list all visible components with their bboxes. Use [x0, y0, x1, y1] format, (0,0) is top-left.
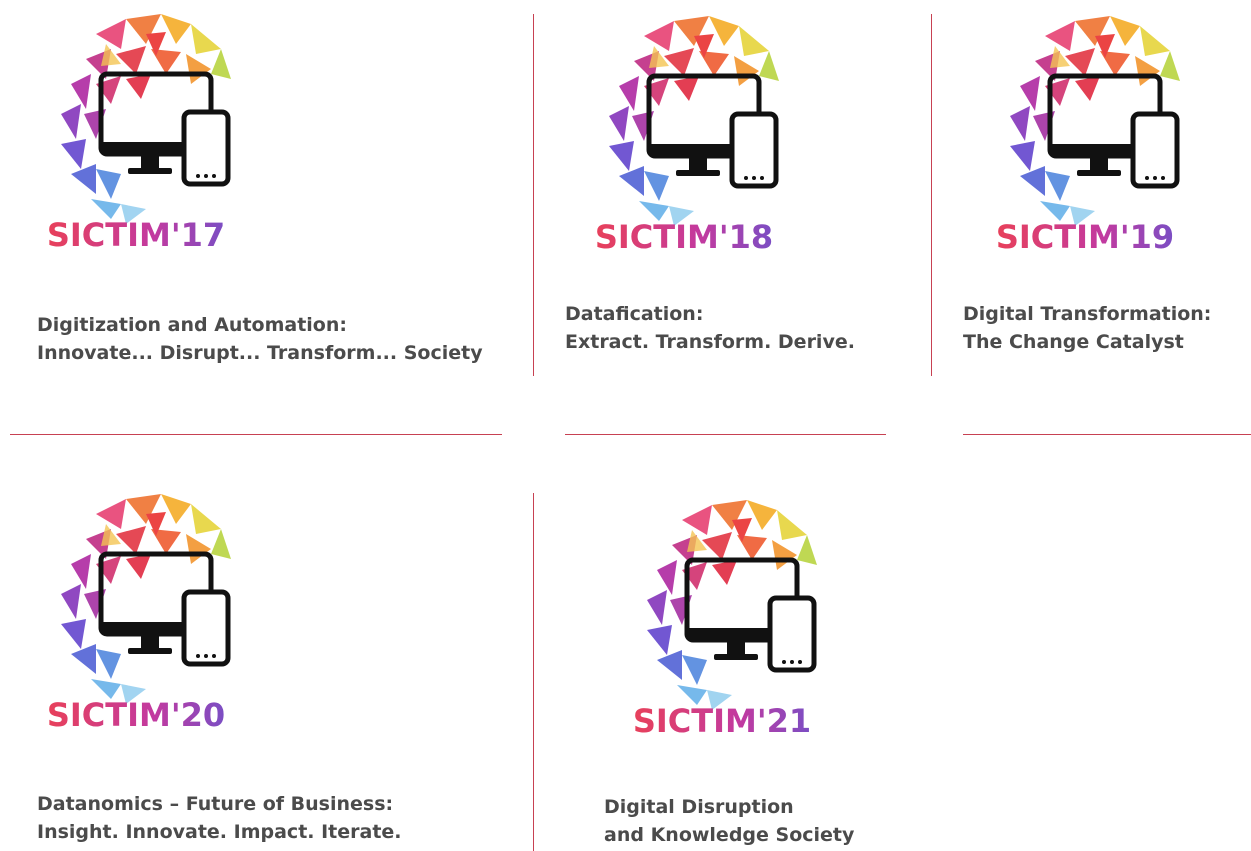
- sictim17-logo: SICTIM'17: [26, 4, 246, 254]
- vertical-divider-2: [931, 14, 932, 376]
- event-title: Datanomics – Future of Business: Insight…: [37, 790, 402, 846]
- globe-mosaic-icon: SICTIM'18: [595, 6, 794, 256]
- event-title: Digital Transformation: The Change Catal…: [963, 300, 1211, 356]
- horizontal-divider-3: [963, 434, 1251, 435]
- title-line-2: The Change Catalyst: [963, 331, 1184, 353]
- globe-mosaic-icon: SICTIM'19: [996, 6, 1195, 256]
- sictim18-logo: SICTIM'18: [574, 6, 794, 256]
- title-line-1: Datafication:: [565, 303, 704, 325]
- logo-wordmark: SICTIM'20: [47, 696, 225, 734]
- title-line-1: Digital Transformation:: [963, 303, 1212, 325]
- globe-mosaic-icon: SICTIM'20: [47, 484, 246, 734]
- sictim19-logo: SICTIM'19: [975, 6, 1195, 256]
- title-line-2: Insight. Innovate. Impact. Iterate.: [37, 821, 402, 843]
- title-line-2: Innovate... Disrupt... Transform... Soci…: [37, 342, 483, 364]
- globe-mosaic-icon: SICTIM'17: [47, 4, 246, 254]
- title-line-2: and Knowledge Society: [604, 824, 855, 846]
- horizontal-divider-2: [565, 434, 886, 435]
- vertical-divider-3: [533, 493, 534, 851]
- globe-mosaic-icon: SICTIM'21: [633, 490, 832, 740]
- logo-wordmark: SICTIM'18: [595, 218, 773, 256]
- title-line-1: Digitization and Automation:: [37, 314, 347, 336]
- event-title: Digitization and Automation: Innovate...…: [37, 311, 483, 367]
- sictim21-logo: SICTIM'21: [612, 490, 832, 740]
- title-line-1: Datanomics – Future of Business:: [37, 793, 394, 815]
- vertical-divider-1: [533, 14, 534, 376]
- event-title: Digital Disruption and Knowledge Society: [604, 793, 854, 849]
- logo-wordmark: SICTIM'17: [47, 216, 225, 254]
- logo-wordmark: SICTIM'21: [633, 702, 811, 740]
- logo-wordmark: SICTIM'19: [996, 218, 1174, 256]
- title-line-2: Extract. Transform. Derive.: [565, 331, 855, 353]
- title-line-1: Digital Disruption: [604, 796, 794, 818]
- horizontal-divider-1: [10, 434, 502, 435]
- event-title: Datafication: Extract. Transform. Derive…: [565, 300, 855, 356]
- sictim20-logo: SICTIM'20: [26, 484, 246, 734]
